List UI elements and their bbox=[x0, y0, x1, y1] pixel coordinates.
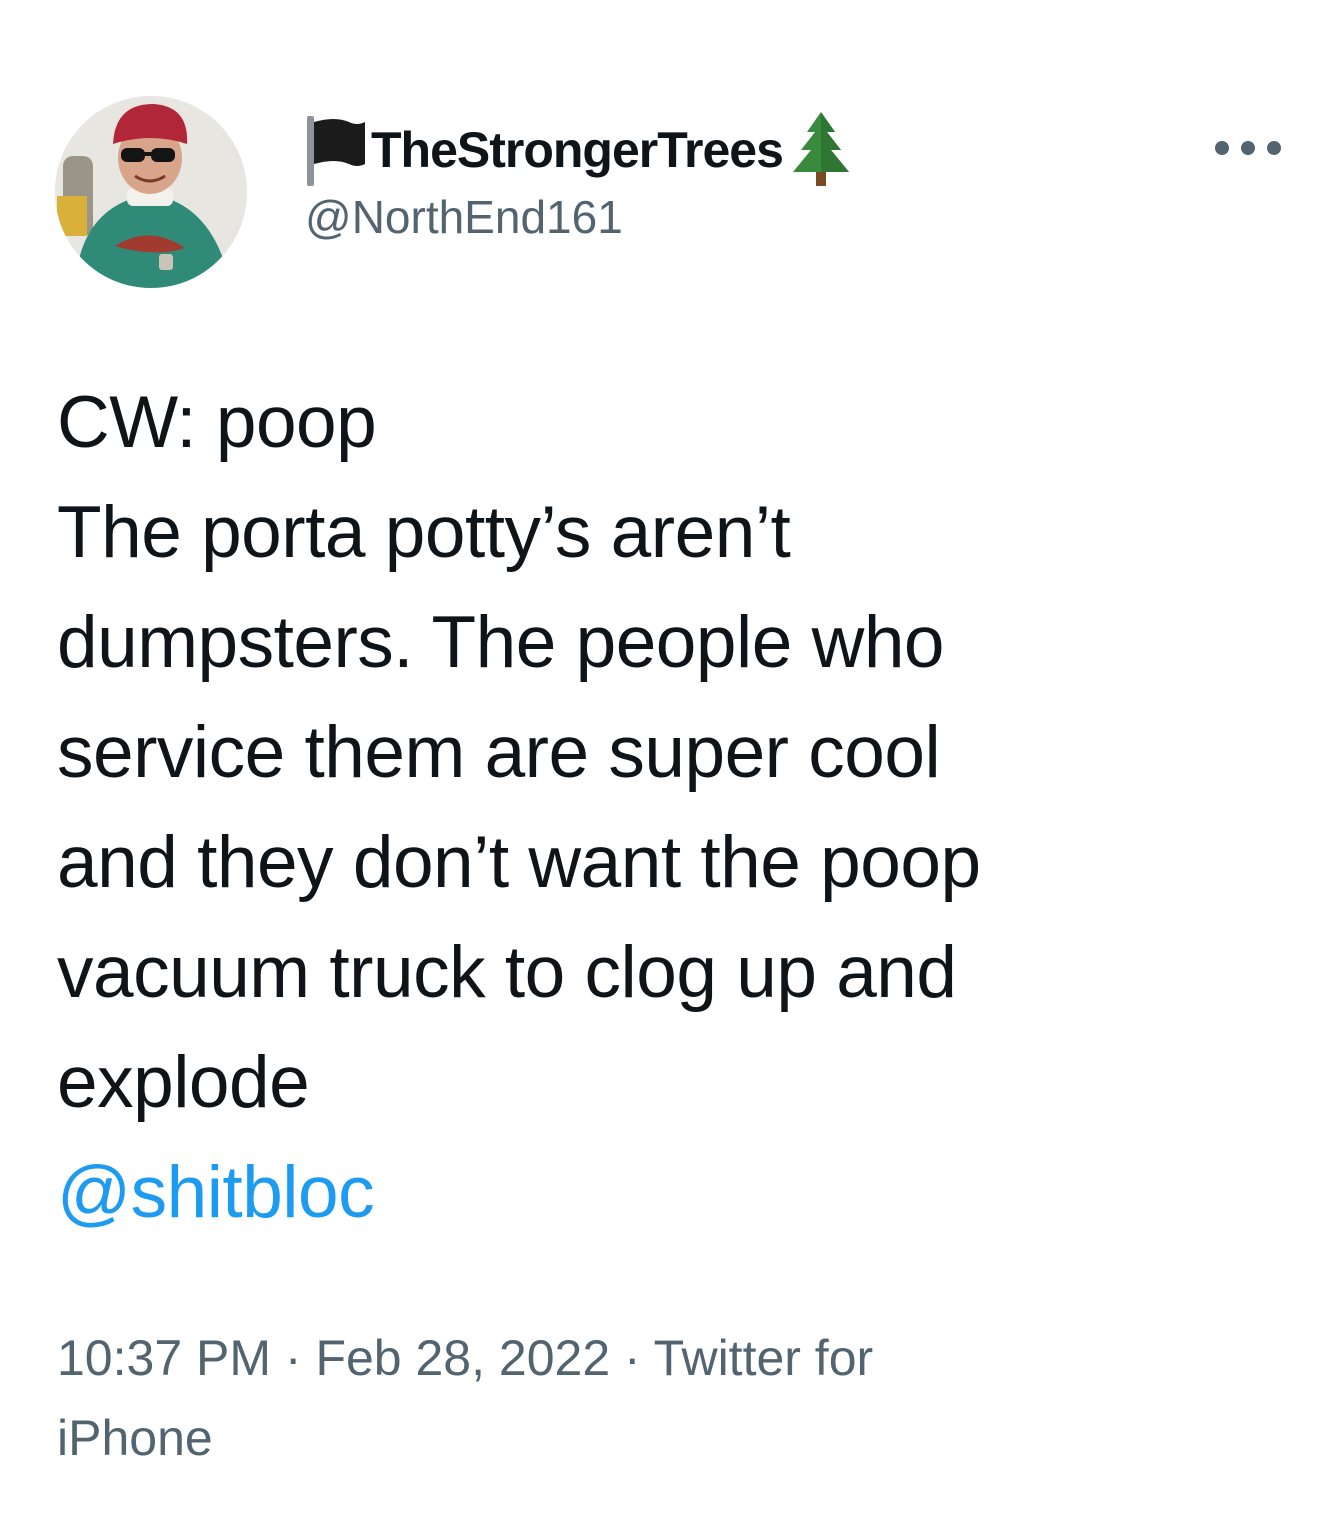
display-name-row[interactable]: TheStrongerTrees bbox=[305, 108, 853, 192]
avatar[interactable] bbox=[55, 96, 247, 288]
meta-separator: · bbox=[271, 1330, 316, 1386]
tweet-date[interactable]: Feb 28, 2022 bbox=[315, 1330, 610, 1386]
author-handle[interactable]: @NorthEnd161 bbox=[305, 194, 853, 240]
avatar-photo bbox=[55, 96, 247, 288]
tweet-line: The porta potty’s aren’t bbox=[57, 492, 791, 573]
mention-link[interactable]: @shitbloc bbox=[57, 1138, 1297, 1248]
black-flag-icon bbox=[307, 116, 365, 186]
tweet-metadata: 10:37 PM · Feb 28, 2022 · Twitter for iP… bbox=[57, 1318, 1297, 1478]
more-options-icon bbox=[1215, 141, 1281, 155]
tweet-card: TheStrongerTrees @NorthEnd161 CW: poop T… bbox=[0, 0, 1344, 1528]
tweet-line: dumpsters. The people who bbox=[57, 602, 945, 683]
author-names[interactable]: TheStrongerTrees @NorthEnd161 bbox=[305, 108, 853, 240]
tweet-line: explode bbox=[57, 1042, 310, 1123]
tweet-line: vacuum truck to clog up and bbox=[57, 932, 957, 1013]
evergreen-tree-icon bbox=[792, 112, 849, 186]
tweet-line: and they don’t want the poop bbox=[57, 822, 981, 903]
tweet-source-continued: iPhone bbox=[57, 1410, 213, 1466]
tweet-text: CW: poop The porta potty’s aren’t dumpst… bbox=[57, 368, 1297, 1248]
more-options-button[interactable] bbox=[1208, 126, 1288, 170]
display-name[interactable]: TheStrongerTrees bbox=[371, 125, 784, 175]
meta-separator: · bbox=[610, 1330, 654, 1386]
tweet-line: service them are super cool bbox=[57, 712, 941, 793]
tweet-time[interactable]: 10:37 PM bbox=[57, 1330, 271, 1386]
tweet-source: Twitter for bbox=[653, 1330, 874, 1386]
tweet-line: CW: poop bbox=[57, 382, 377, 463]
